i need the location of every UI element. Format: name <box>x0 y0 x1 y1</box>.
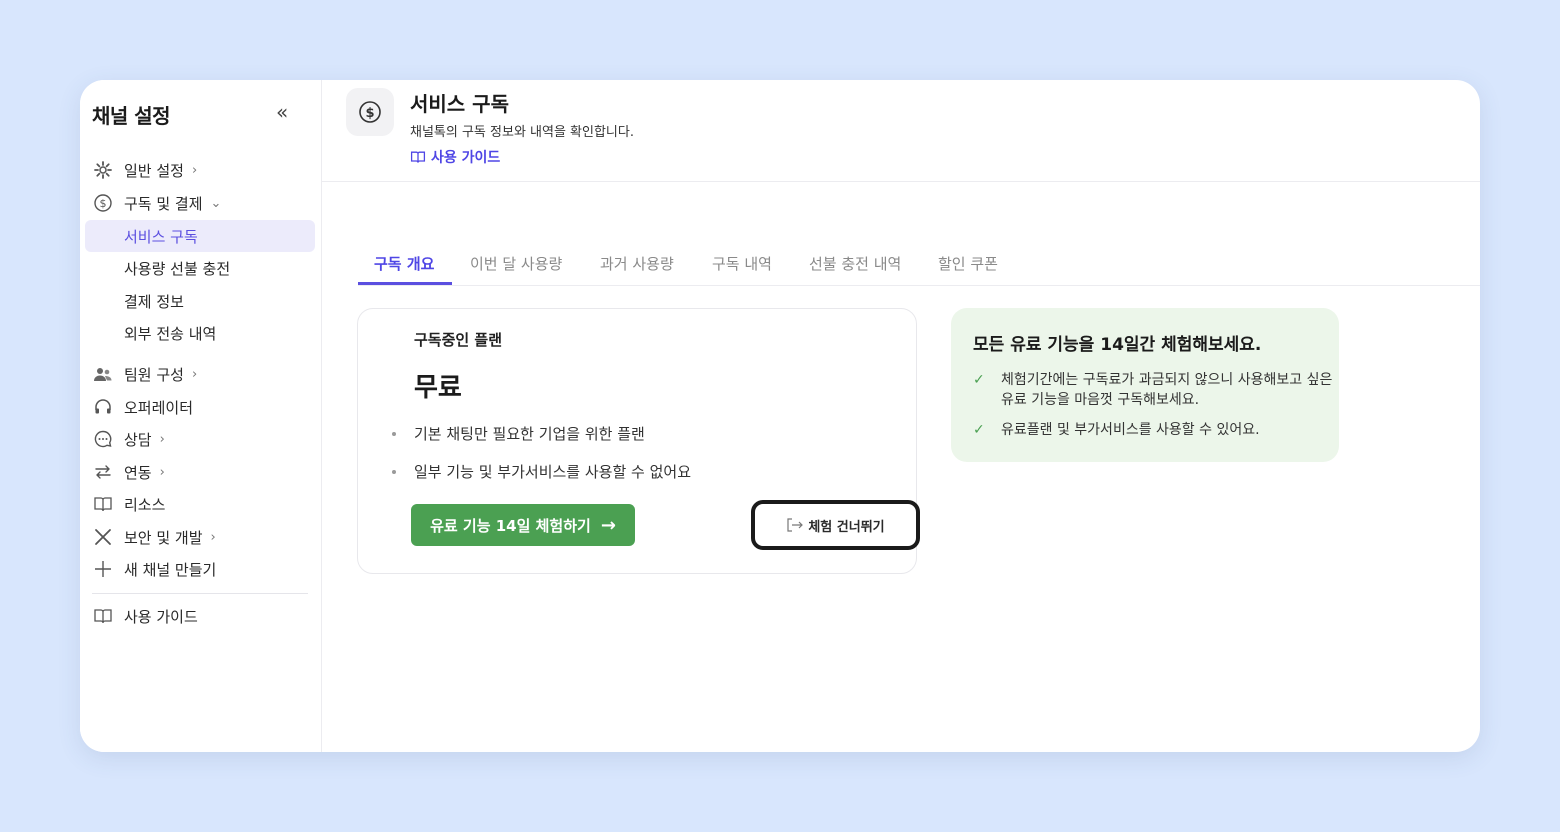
sidebar-divider <box>92 593 308 594</box>
dollar-circle-icon: $ <box>346 88 394 136</box>
chevron-down-icon: ⌄ <box>210 195 222 211</box>
sidebar-item-general[interactable]: 일반 설정 › <box>92 155 197 185</box>
promo-item-text: 체험기간에는 구독료가 과금되지 않으니 사용해보고 싶은 유료 기능을 마음껏… <box>1001 372 1333 408</box>
chevron-right-icon: › <box>210 529 216 545</box>
sidebar-item-integration[interactable]: 연동 › <box>92 457 165 487</box>
active-tab-indicator <box>358 282 452 285</box>
current-plan-card: 구독중인 플랜 무료 기본 채팅만 필요한 기업을 위한 플랜 일부 기능 및 … <box>357 308 920 574</box>
sidebar-item-billing[interactable]: $ 구독 및 결제 ⌄ <box>92 188 221 218</box>
headset-icon <box>92 396 114 418</box>
sidebar-item-label: 일반 설정 <box>124 161 184 180</box>
tab-coupons[interactable]: 할인 쿠폰 <box>938 240 998 286</box>
sidebar: 채널 설정 « 일반 설정 › $ 구독 및 결제 ⌄ 서비스 구독 사용량 선… <box>80 80 322 752</box>
tab-prepaid-history[interactable]: 선불 충전 내역 <box>809 240 901 286</box>
people-icon <box>92 363 114 385</box>
tab-this-month-usage[interactable]: 이번 달 사용량 <box>470 240 562 286</box>
sidebar-item-team[interactable]: 팀원 구성 › <box>92 359 197 389</box>
promo-title: 모든 유료 기능을 14일간 체험해보세요. <box>973 335 1262 355</box>
dollar-circle-icon: $ <box>92 192 114 214</box>
chevron-right-icon: › <box>191 366 198 382</box>
skip-trial-button[interactable]: 체험 건너뛰기 <box>751 500 920 550</box>
usage-guide-label: 사용 가이드 <box>431 150 501 166</box>
exit-icon <box>787 518 804 532</box>
tools-icon <box>92 526 114 548</box>
page-title: 서비스 구독 <box>410 92 509 116</box>
chevron-right-icon: › <box>159 464 165 480</box>
start-trial-label: 유료 기능 14일 체험하기 <box>430 516 591 535</box>
header-divider <box>322 181 1480 182</box>
collapse-sidebar-button[interactable]: « <box>276 100 288 124</box>
promo-item-text: 유료플랜 및 부가서비스를 사용할 수 있어요. <box>1001 422 1260 438</box>
sidebar-item-security[interactable]: 보안 및 개발 › <box>92 522 216 552</box>
bullet-icon <box>392 431 396 436</box>
sidebar-title: 채널 설정 <box>92 104 171 128</box>
sidebar-item-label: 오퍼레이터 <box>124 398 194 417</box>
usage-guide-link[interactable]: 사용 가이드 <box>410 147 500 167</box>
settings-window: 채널 설정 « 일반 설정 › $ 구독 및 결제 ⌄ 서비스 구독 사용량 선… <box>80 80 1480 752</box>
tab-subscription-history[interactable]: 구독 내역 <box>712 240 772 286</box>
trial-promo-box: 모든 유료 기능을 14일간 체험해보세요. ✓ 체험기간에는 구독료가 과금되… <box>951 308 1339 462</box>
tab-overview[interactable]: 구독 개요 <box>374 240 434 286</box>
bullet-icon <box>392 469 396 474</box>
gear-icon <box>92 159 114 181</box>
promo-item: ✓ 체험기간에는 구독료가 과금되지 않으니 사용해보고 싶은 유료 기능을 마… <box>973 370 1333 410</box>
sidebar-item-label: 보안 및 개발 <box>124 528 203 547</box>
promo-item: ✓ 유료플랜 및 부가서비스를 사용할 수 있어요. <box>973 420 1333 440</box>
chevron-right-icon: › <box>191 162 198 178</box>
sidebar-item-label: 새 채널 만들기 <box>124 560 217 579</box>
sidebar-item-label: 사용 가이드 <box>124 607 198 626</box>
arrows-exchange-icon <box>92 461 114 483</box>
tab-past-usage[interactable]: 과거 사용량 <box>600 240 674 286</box>
sidebar-item-resources[interactable]: 리소스 <box>92 489 165 519</box>
book-icon <box>92 493 114 515</box>
sidebar-item-new-channel[interactable]: 새 채널 만들기 <box>92 554 216 584</box>
chevron-right-icon: › <box>159 431 165 447</box>
plan-feature: 기본 채팅만 필요한 기업을 위한 플랜 <box>392 423 645 444</box>
sidebar-item-operator[interactable]: 오퍼레이터 <box>92 392 193 422</box>
sidebar-item-label: 팀원 구성 <box>124 365 184 384</box>
plan-label: 구독중인 플랜 <box>414 331 503 349</box>
sidebar-item-label: 구독 및 결제 <box>124 194 203 213</box>
svg-text:$: $ <box>100 197 107 210</box>
start-trial-button[interactable]: 유료 기능 14일 체험하기 → <box>411 504 635 546</box>
plan-feature-text: 기본 채팅만 필요한 기업을 위한 플랜 <box>414 425 645 443</box>
check-icon: ✓ <box>973 372 985 388</box>
sidebar-sub-external-history[interactable]: 외부 전송 내역 <box>85 317 315 349</box>
book-icon <box>410 151 426 163</box>
sidebar-item-consult[interactable]: 상담 › <box>92 424 165 454</box>
page-description: 채널톡의 구독 정보와 내역을 확인합니다. <box>410 125 634 140</box>
sidebar-sub-prepaid-charge[interactable]: 사용량 선불 충전 <box>85 252 315 284</box>
sidebar-item-label: 연동 <box>124 463 152 482</box>
sidebar-sub-payment-info[interactable]: 결제 정보 <box>85 285 315 317</box>
chat-bubble-icon <box>92 428 114 450</box>
skip-trial-label: 체험 건너뛰기 <box>808 519 885 535</box>
sidebar-item-label: 상담 <box>124 430 152 449</box>
sidebar-item-label: 리소스 <box>124 495 166 514</box>
svg-text:$: $ <box>365 106 374 121</box>
plus-icon <box>92 558 114 580</box>
plan-feature: 일부 기능 및 부가서비스를 사용할 수 없어요 <box>392 461 691 482</box>
sidebar-sub-service-subscription[interactable]: 서비스 구독 <box>85 220 315 252</box>
check-icon: ✓ <box>973 422 985 438</box>
sidebar-item-guide[interactable]: 사용 가이드 <box>92 601 198 631</box>
plan-feature-text: 일부 기능 및 부가서비스를 사용할 수 없어요 <box>414 463 692 481</box>
book-icon <box>92 605 114 627</box>
plan-name: 무료 <box>414 373 462 403</box>
main-content: $ 서비스 구독 채널톡의 구독 정보와 내역을 확인합니다. 사용 가이드 구… <box>322 80 1480 752</box>
arrow-right-icon: → <box>600 514 616 536</box>
